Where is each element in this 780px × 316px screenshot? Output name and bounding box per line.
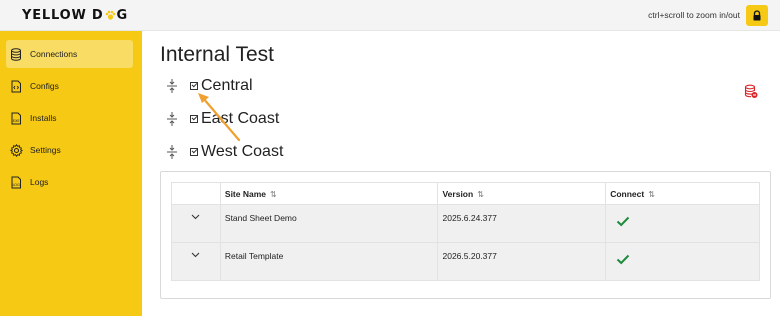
annotation-arrow-icon [198,93,241,142]
sidebar-item-label: Configs [30,81,59,91]
edit-checkbox[interactable] [190,82,198,90]
expand-cell[interactable] [171,242,221,281]
version-cell: 2026.5.20.377 [437,242,607,281]
chevron-down-icon[interactable] [191,214,200,220]
svg-text:EXE: EXE [13,119,21,123]
code-file-icon [9,79,23,93]
svg-text:LOG: LOG [12,183,20,187]
sites-table-card: Site Name ⇅ Version ⇅ Connect ⇅ Stand Sheet… [160,171,771,299]
version-cell: 2025.6.24.377 [437,204,607,243]
sidebar-item-connections[interactable]: Connections [6,40,133,68]
connect-cell[interactable] [605,242,760,281]
sidebar-item-settings[interactable]: Settings [6,136,133,164]
sort-icon[interactable]: ⇅ [270,190,277,199]
sidebar-item-configs[interactable]: Configs [6,72,133,100]
edit-checkbox[interactable] [190,148,198,156]
checkmark-icon[interactable] [616,216,630,227]
table-row: Stand Sheet Demo 2025.6.24.377 [171,204,760,243]
sidebar-item-label: Logs [30,177,49,187]
page-title: Internal Test [160,43,275,66]
sidebar-item-label: Connections [30,49,78,59]
top-bar: YELLOW D G ctrl+scroll to zoom in/out [0,0,780,31]
sidebar-item-label: Installs [30,113,57,123]
column-header-version[interactable]: Version ⇅ [437,182,607,205]
table-header-row: Site Name ⇅ Version ⇅ Connect ⇅ [171,182,760,205]
drag-handle-icon[interactable] [166,78,178,94]
drag-handle-icon[interactable] [166,144,178,160]
logo-text-left: YELLOW D [22,8,104,23]
gear-icon [9,143,23,157]
expand-column-header [171,182,221,205]
database-icon [9,47,23,61]
drag-handle-icon[interactable] [166,111,178,127]
add-database-icon[interactable] [744,84,758,99]
table-row: Retail Template 2026.5.20.377 [171,242,760,281]
sidebar-item-installs[interactable]: EXE Installs [6,104,133,132]
chevron-down-icon[interactable] [191,252,200,258]
column-header-site-name[interactable]: Site Name ⇅ [219,182,439,205]
zoom-hint: ctrl+scroll to zoom in/out [648,10,740,20]
connect-cell[interactable] [605,204,760,243]
sidebar: Connections Configs EXE Installs Setting… [0,31,142,316]
sidebar-item-label: Settings [30,145,61,155]
paw-icon [105,10,116,21]
expand-cell[interactable] [171,204,221,243]
site-name-cell: Retail Template [219,242,439,281]
column-header-connect[interactable]: Connect ⇅ [605,182,760,205]
sort-icon[interactable]: ⇅ [477,190,484,199]
lock-button[interactable] [746,5,768,26]
main-panel: Internal Test Central East Coast West Co… [142,31,780,316]
sidebar-item-logs[interactable]: LOG Logs [6,168,133,196]
sites-table: Site Name ⇅ Version ⇅ Connect ⇅ Stand Sheet… [171,182,760,281]
site-name-cell: Stand Sheet Demo [219,204,439,243]
region-row: West Coast [166,142,283,162]
lock-icon [753,10,761,21]
exe-file-icon: EXE [9,111,23,125]
logo-text-right: G [116,8,128,23]
sort-icon[interactable]: ⇅ [648,190,655,199]
log-file-icon: LOG [9,175,23,189]
region-name[interactable]: West Coast [201,143,283,161]
checkmark-icon[interactable] [616,254,630,265]
app-logo: YELLOW D G [22,8,128,23]
